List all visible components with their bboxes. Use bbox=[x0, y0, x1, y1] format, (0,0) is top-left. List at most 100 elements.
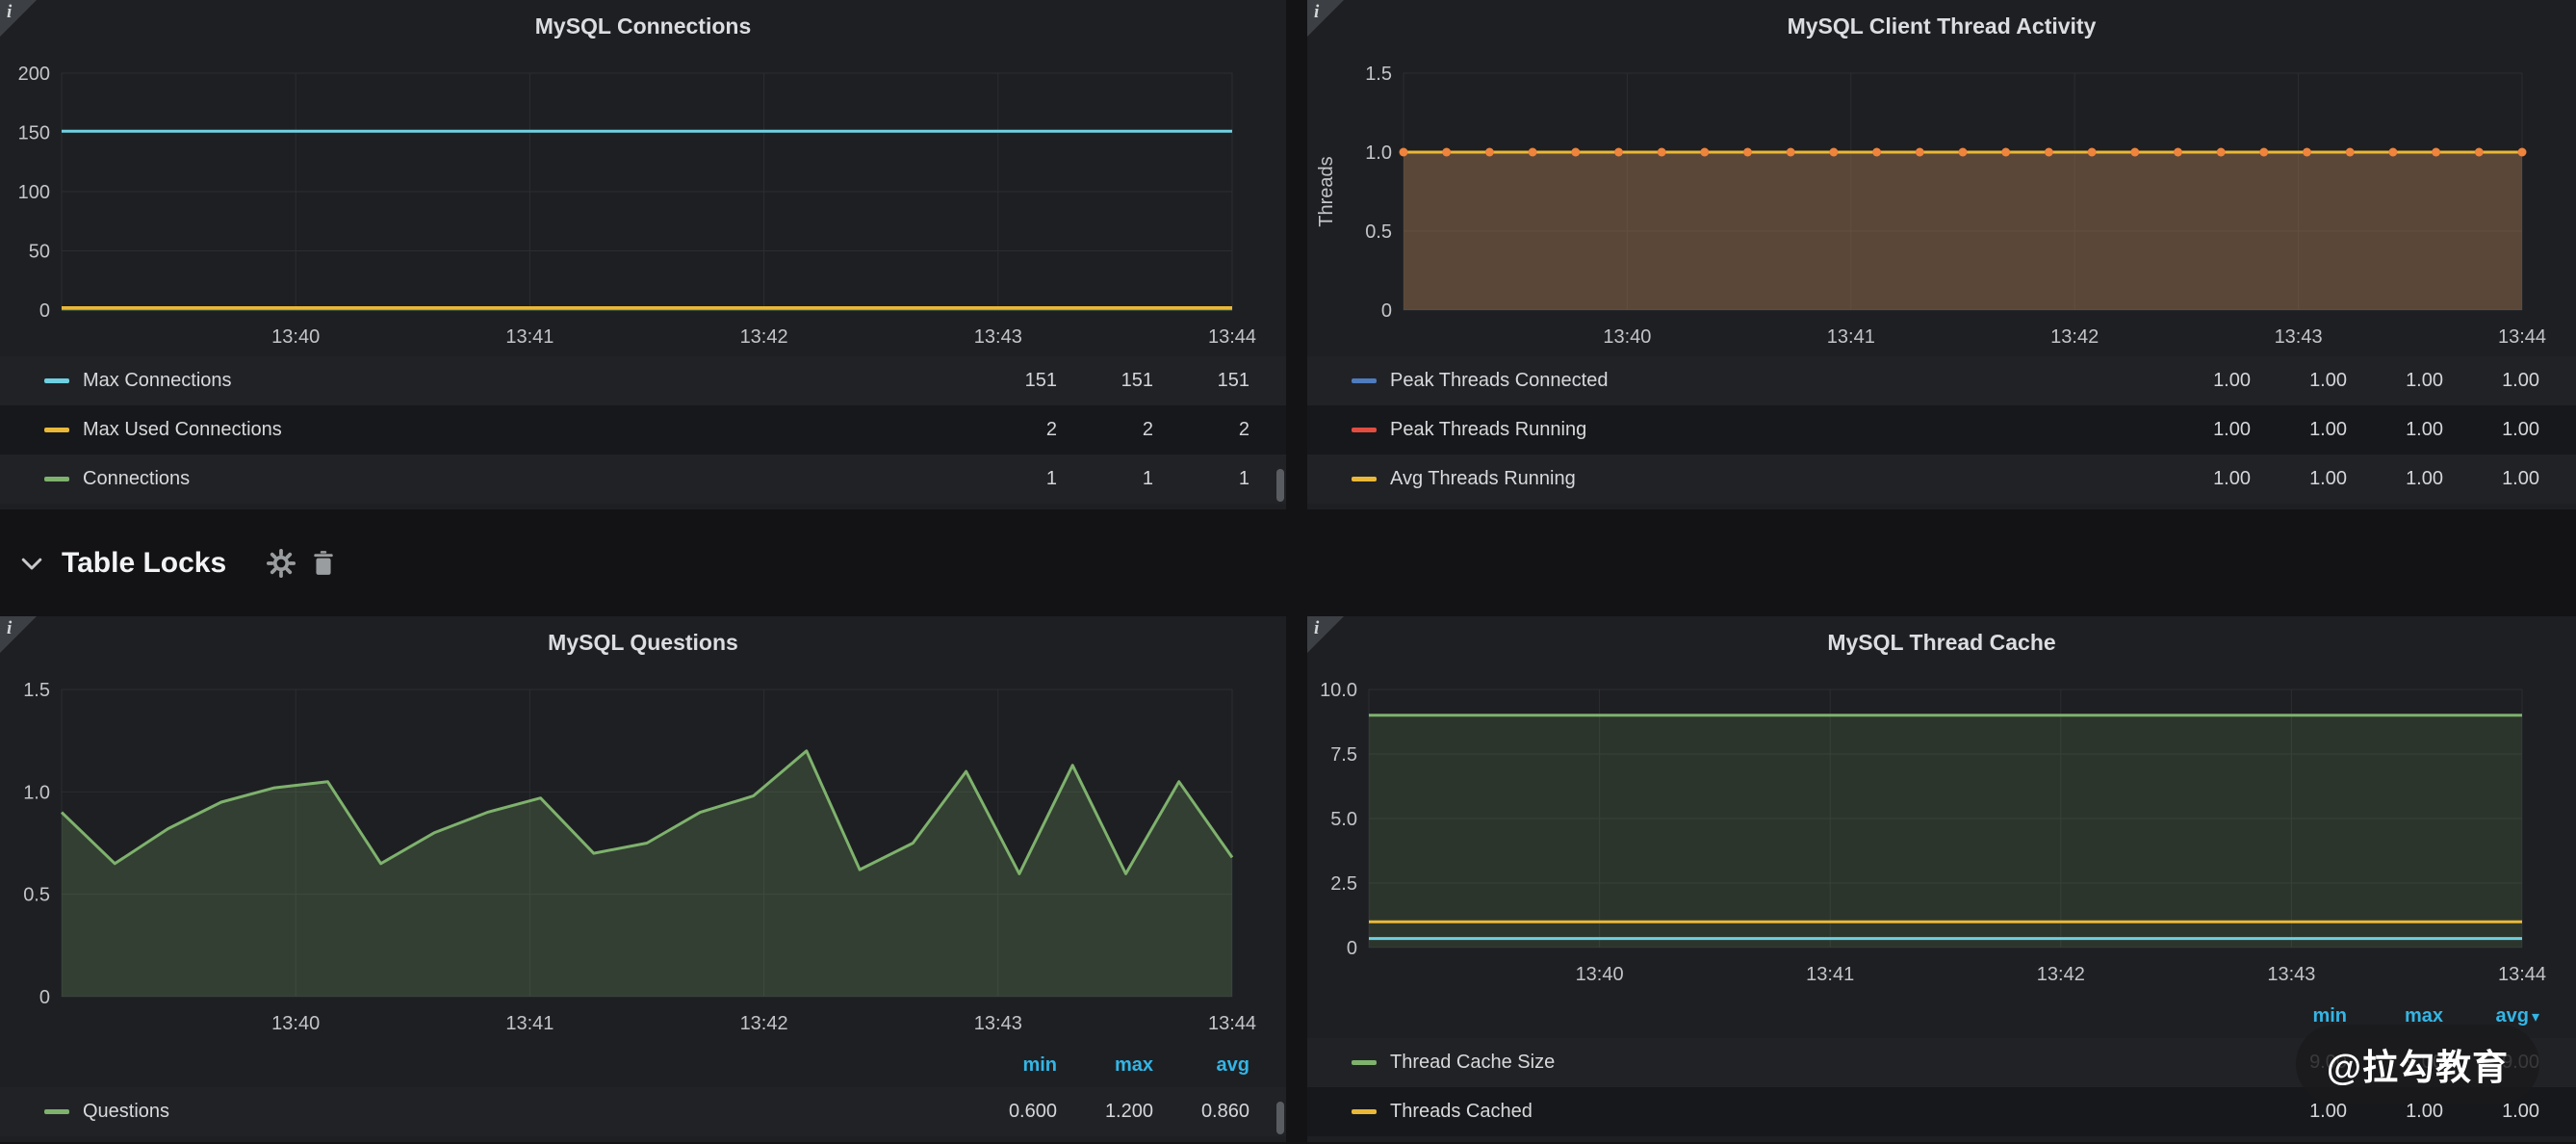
panel-title[interactable]: MySQL Connections bbox=[0, 0, 1286, 52]
svg-text:1.5: 1.5 bbox=[1365, 64, 1392, 85]
legend-row-max-used-connections[interactable]: Max Used Connections 2 2 2 bbox=[0, 405, 1286, 455]
series-swatch-icon bbox=[44, 477, 69, 481]
panel-title[interactable]: MySQL Client Thread Activity bbox=[1307, 0, 2576, 52]
legend-value: 1 bbox=[1057, 468, 1153, 490]
panel-title[interactable]: MySQL Thread Cache bbox=[1307, 616, 2576, 668]
connections-line-chart[interactable]: 05010015020013:4013:4113:4213:4313:44 bbox=[0, 52, 1286, 356]
legend-label[interactable]: Connections bbox=[83, 468, 190, 490]
gear-icon[interactable] bbox=[267, 549, 296, 578]
series-swatch-icon bbox=[1352, 378, 1377, 383]
legend-value: 1.00 bbox=[2443, 468, 2539, 490]
svg-text:13:41: 13:41 bbox=[1806, 964, 1854, 985]
legend-header: min max avg bbox=[0, 1043, 1286, 1087]
panel-info-icon[interactable]: i bbox=[0, 616, 37, 653]
legend-value: 1.00 bbox=[2347, 370, 2443, 392]
legend: Max Connections 151 151 151 Max Used Con… bbox=[0, 356, 1286, 509]
legend-value: 1 bbox=[1153, 468, 1249, 490]
legend-label[interactable]: Peak Threads Connected bbox=[1390, 370, 1608, 392]
legend-row-connections[interactable]: Connections 1 1 1 bbox=[0, 455, 1286, 504]
legend-label[interactable]: Questions bbox=[83, 1101, 169, 1123]
connections-chart-area[interactable]: 05010015020013:4013:4113:4213:4313:44 bbox=[0, 52, 1286, 356]
legend-col-avg[interactable]: avg bbox=[1153, 1054, 1249, 1077]
legend-value: 1.200 bbox=[1057, 1101, 1153, 1123]
svg-text:13:43: 13:43 bbox=[2267, 964, 2315, 985]
sort-caret-icon: ▾ bbox=[2532, 1009, 2539, 1026]
info-glyph: i bbox=[7, 2, 12, 23]
legend-value: 1.00 bbox=[2347, 468, 2443, 490]
legend-label[interactable]: Max Connections bbox=[83, 370, 232, 392]
dashboard: i MySQL Connections 05010015020013:4013:… bbox=[0, 0, 2576, 1144]
questions-chart-area[interactable]: 00.51.01.513:4013:4113:4213:4313:44 bbox=[0, 668, 1286, 1043]
svg-text:50: 50 bbox=[29, 242, 50, 263]
svg-text:13:42: 13:42 bbox=[740, 1013, 788, 1034]
legend-value: 0.860 bbox=[1153, 1101, 1249, 1123]
panel-title[interactable]: MySQL Questions bbox=[0, 616, 1286, 668]
svg-text:10.0: 10.0 bbox=[1320, 680, 1357, 701]
svg-text:13:44: 13:44 bbox=[2498, 326, 2546, 348]
legend-row-questions[interactable]: Questions 0.600 1.200 0.860 bbox=[0, 1087, 1286, 1136]
panel-mysql-questions: i MySQL Questions 00.51.01.513:4013:4113… bbox=[0, 616, 1286, 1142]
svg-text:0.5: 0.5 bbox=[23, 885, 50, 906]
svg-text:1.5: 1.5 bbox=[23, 680, 50, 701]
panel-mysql-client-thread-activity: i MySQL Client Thread Activity 0 0.5 1.0 1.… bbox=[1307, 0, 2576, 509]
svg-text:13:44: 13:44 bbox=[1208, 1013, 1256, 1034]
chevron-down-icon[interactable] bbox=[17, 549, 46, 578]
legend-col-max[interactable]: max bbox=[1057, 1054, 1153, 1077]
legend-value: 1.00 bbox=[2154, 419, 2251, 441]
panel-info-icon[interactable]: i bbox=[1307, 0, 1344, 37]
svg-text:0: 0 bbox=[39, 300, 50, 322]
legend-value: 0.600 bbox=[961, 1101, 1057, 1123]
legend-value: 2 bbox=[1057, 419, 1153, 441]
panel-scrollbar[interactable] bbox=[1276, 469, 1284, 502]
svg-text:13:40: 13:40 bbox=[271, 1013, 320, 1034]
thread-activity-line-chart[interactable]: 00.51.01.513:4013:4113:4213:4313:44Threa… bbox=[1307, 52, 2576, 356]
legend-row-peak-threads-connected[interactable]: Peak Threads Connected 1.00 1.00 1.00 1.… bbox=[1307, 356, 2576, 405]
legend-value: 1.00 bbox=[2347, 419, 2443, 441]
watermark-badge: @拉勾教育 bbox=[2296, 1025, 2539, 1104]
thread-activity-chart-area[interactable]: 00.51.01.513:4013:4113:4213:4313:44Threa… bbox=[1307, 52, 2576, 356]
legend: min max avg Questions 0.600 1.200 0.860 bbox=[0, 1043, 1286, 1142]
svg-text:0.5: 0.5 bbox=[1365, 221, 1392, 243]
series-swatch-icon bbox=[1352, 1060, 1377, 1065]
legend-value: 151 bbox=[961, 370, 1057, 392]
questions-line-chart[interactable]: 00.51.01.513:4013:4113:4213:4313:44 bbox=[0, 668, 1286, 1043]
legend-col-avg-label: avg bbox=[2496, 1005, 2529, 1027]
panel-info-icon[interactable]: i bbox=[1307, 616, 1344, 653]
svg-text:1.0: 1.0 bbox=[1365, 143, 1392, 164]
svg-text:0: 0 bbox=[1381, 300, 1392, 322]
svg-text:13:40: 13:40 bbox=[1576, 964, 1624, 985]
thread-cache-line-chart[interactable]: 02.55.07.510.013:4013:4113:4213:4313:44 bbox=[1307, 668, 2576, 994]
thread-cache-chart-area[interactable]: 02.55.07.510.013:4013:4113:4213:4313:44 bbox=[1307, 668, 2576, 994]
svg-text:13:42: 13:42 bbox=[740, 326, 788, 348]
legend-value: 1.00 bbox=[2347, 1101, 2443, 1123]
legend-value: 1 bbox=[961, 468, 1057, 490]
legend-col-min[interactable]: min bbox=[961, 1054, 1057, 1077]
trash-icon[interactable] bbox=[311, 550, 336, 577]
legend-label[interactable]: Thread Cache Size bbox=[1390, 1052, 1555, 1074]
svg-text:150: 150 bbox=[18, 123, 50, 144]
svg-text:13:41: 13:41 bbox=[505, 1013, 554, 1034]
legend-value: 1.00 bbox=[2251, 419, 2347, 441]
legend-label[interactable]: Avg Threads Running bbox=[1390, 468, 1576, 490]
section-row-table-locks: Table Locks bbox=[0, 509, 2576, 616]
legend-row-max-connections[interactable]: Max Connections 151 151 151 bbox=[0, 356, 1286, 405]
panel-scrollbar[interactable] bbox=[1276, 1102, 1284, 1134]
legend-row-peak-threads-running[interactable]: Peak Threads Running 1.00 1.00 1.00 1.00 bbox=[1307, 405, 2576, 455]
info-glyph: i bbox=[7, 618, 12, 639]
svg-text:0: 0 bbox=[39, 987, 50, 1008]
series-swatch-icon bbox=[1352, 428, 1377, 432]
panel-mysql-connections: i MySQL Connections 05010015020013:4013:… bbox=[0, 0, 1286, 509]
svg-text:100: 100 bbox=[18, 182, 50, 203]
legend-col-min[interactable]: min bbox=[2251, 1005, 2347, 1027]
legend-value: 1.00 bbox=[2154, 370, 2251, 392]
section-title[interactable]: Table Locks bbox=[62, 547, 226, 580]
legend-row-avg-threads-running[interactable]: Avg Threads Running 1.00 1.00 1.00 1.00 bbox=[1307, 455, 2576, 504]
panel-info-icon[interactable]: i bbox=[0, 0, 37, 37]
legend-value: 2 bbox=[1153, 419, 1249, 441]
legend-label[interactable]: Max Used Connections bbox=[83, 419, 282, 441]
info-glyph: i bbox=[1314, 2, 1319, 23]
svg-text:200: 200 bbox=[18, 64, 50, 85]
legend-label[interactable]: Threads Cached bbox=[1390, 1101, 1533, 1123]
legend-label[interactable]: Peak Threads Running bbox=[1390, 419, 1586, 441]
svg-text:0: 0 bbox=[1347, 938, 1357, 959]
